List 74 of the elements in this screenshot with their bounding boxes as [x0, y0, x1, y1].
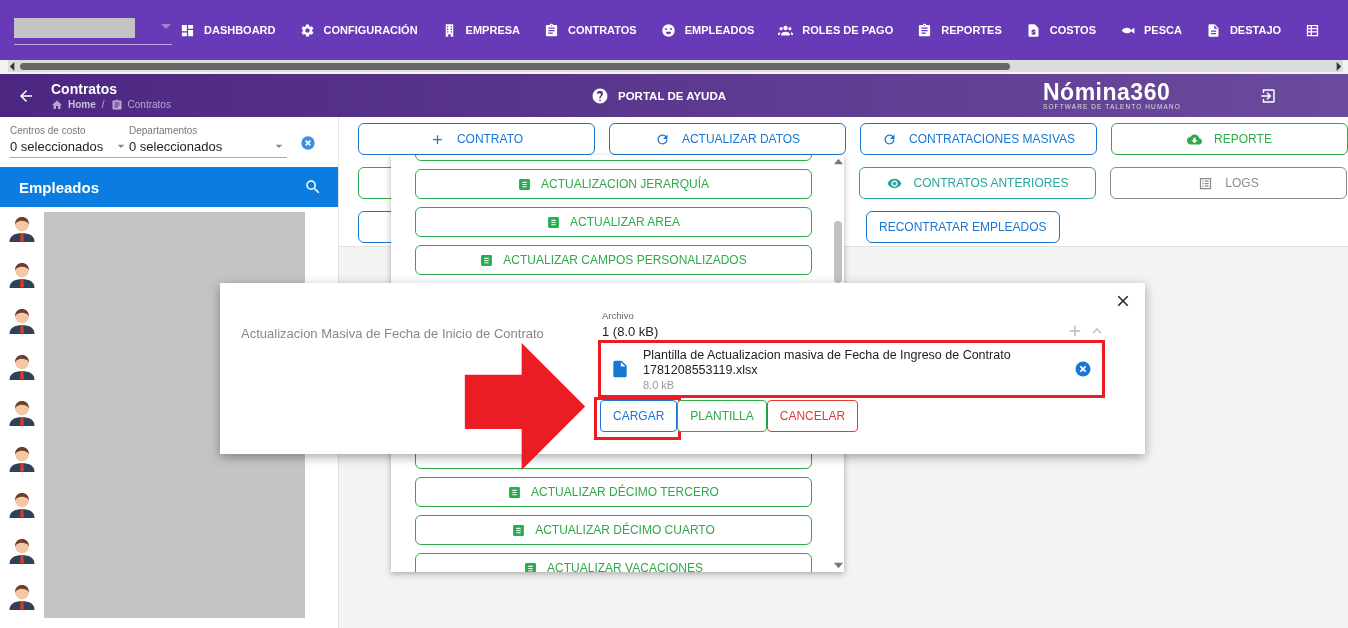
action-button[interactable]: RECONTRATAR EMPLEADOS	[866, 211, 1060, 243]
file-name: Plantilla de Actualizacion masiva de Fecha de Ingreso de Contrato 1781208553119.xlsx	[643, 347, 1012, 378]
action-button[interactable]: ACTUALIZAR DATOS	[609, 123, 846, 155]
spreadsheet-icon	[547, 215, 560, 229]
menu-item[interactable]: ACTUALIZAR CAMPOS PERSONALIZADOS	[415, 245, 812, 275]
menu-item[interactable]: ACTUALIZAR AREA	[415, 207, 812, 237]
employees-title: Empleados	[19, 178, 100, 196]
search-button[interactable]	[304, 178, 322, 196]
dialog-button[interactable]: CARGAR	[600, 400, 678, 432]
search-icon	[304, 178, 322, 196]
page-title: Contratos	[51, 80, 119, 97]
logout-icon	[1259, 86, 1277, 105]
action-button[interactable]: REPORTE	[1111, 123, 1348, 155]
action-button[interactable]: CONTRATACIONES MASIVAS	[860, 123, 1097, 155]
logout-button[interactable]	[1259, 86, 1277, 105]
menu-item[interactable]: ACTUALIZAR VACACIONES	[415, 553, 812, 572]
nav-item[interactable]: COSTOS	[1025, 22, 1096, 38]
spreadsheet-icon	[508, 485, 522, 499]
nav-item[interactable]: DESTAJO	[1205, 22, 1282, 38]
action-button[interactable]: CONTRATOS ANTERIORES	[859, 167, 1096, 199]
menu-item[interactable]: ACTUALIZAR DÉCIMO TERCERO	[415, 477, 812, 507]
file-field-label: Archivo	[601, 310, 635, 321]
file-summary: 1 (8.0 kB)	[602, 323, 660, 339]
help-portal-link[interactable]: PORTAL DE AYUDA	[591, 86, 1031, 105]
dialog-button[interactable]: PLANTILLA	[677, 400, 767, 432]
menu-item[interactable]: ACTUALIZAR DÉCIMO CUARTO	[415, 515, 812, 545]
nav-item[interactable]: REPORTES	[917, 22, 1002, 38]
file-size: 8.0 kB	[643, 378, 676, 391]
nav-item[interactable]: CONFIGURACIÓN	[299, 22, 418, 38]
nav-item[interactable]: EMPRESA	[441, 22, 520, 38]
file-icon	[610, 359, 630, 379]
settings-icon	[299, 22, 315, 38]
list-icon	[1198, 175, 1214, 191]
remove-file-button[interactable]	[1074, 360, 1092, 378]
nav-item[interactable]: CONTRATOS	[544, 22, 637, 38]
breadcrumb-current: Contratos	[110, 98, 171, 111]
scrollbar-thumb[interactable]	[20, 62, 1010, 70]
nav-item[interactable]: PESCA	[1120, 22, 1182, 38]
horizontal-scrollbar[interactable]	[8, 60, 1343, 72]
scroll-right-arrow-icon	[1334, 61, 1343, 71]
clear-icon	[300, 135, 316, 151]
dialog-button[interactable]: CANCELAR	[766, 400, 859, 432]
filter-dropdown[interactable]: Departamentos 0 seleccionados	[129, 125, 287, 158]
spreadsheet-icon	[518, 177, 531, 191]
spreadsheet-icon	[512, 523, 526, 537]
table-icon	[1305, 22, 1321, 38]
spreadsheet-icon	[480, 253, 494, 267]
face-icon	[660, 22, 676, 38]
logo-wordmark: Nómina360	[1043, 81, 1171, 103]
breadcrumb-link[interactable]: Home	[51, 98, 96, 111]
nav-item[interactable]	[1305, 22, 1321, 38]
nav-item[interactable]: ROLES DE PAGO	[778, 22, 894, 38]
scroll-up-arrow-icon	[833, 157, 843, 166]
scrollbar-thumb[interactable]	[834, 221, 842, 283]
dialog-label: Actualizacion Masiva de Fecha de Inicio de Contrato	[241, 326, 544, 341]
filter-dropdown[interactable]: Centros de costo 0 seleccionados	[10, 125, 129, 158]
clipboard-icon	[917, 22, 933, 38]
action-button[interactable]: LOGS	[1110, 167, 1347, 199]
dropdown-caret-icon	[161, 23, 171, 29]
close-icon	[1074, 360, 1092, 378]
home-icon	[51, 98, 63, 111]
company-select[interactable]	[14, 17, 172, 45]
nav-item[interactable]: EMPLEADOS	[660, 22, 755, 38]
action-button[interactable]: CONTRATO	[358, 123, 595, 155]
breadcrumb-separator: /	[101, 99, 105, 110]
spreadsheet-icon	[524, 561, 538, 572]
clipboard-icon	[544, 22, 559, 38]
scroll-down-arrow-icon	[833, 561, 843, 570]
dashboard-icon	[180, 22, 195, 38]
help-icon	[591, 86, 609, 105]
menu-item[interactable]: ACTUALIZACION JERARQUÍA	[415, 169, 812, 199]
scroll-left-arrow-icon	[8, 61, 17, 71]
nav-item[interactable]: DASHBOARD	[180, 22, 276, 38]
clipboard-icon	[110, 98, 123, 111]
